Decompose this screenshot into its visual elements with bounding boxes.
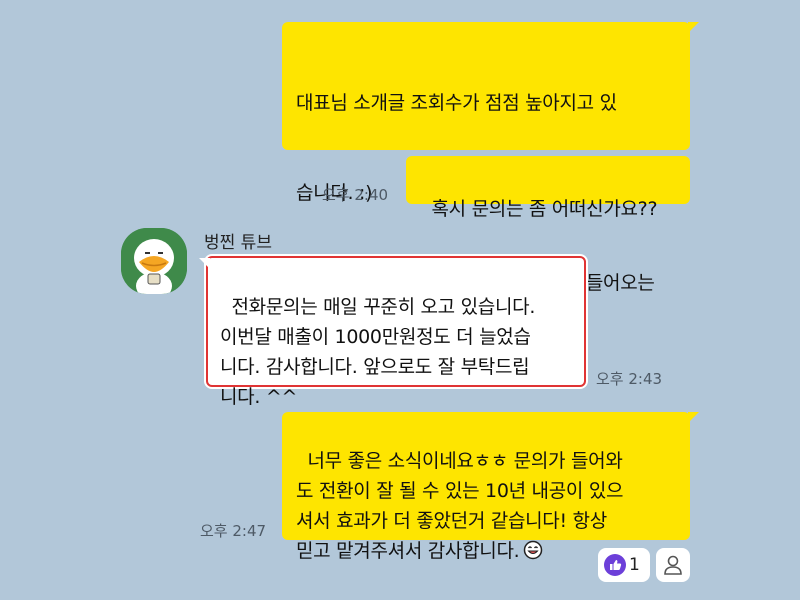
message-text: 혹시 문의는 좀 어떠신가요?? <box>431 198 658 220</box>
message-time: 오후 2:47 <box>200 522 267 540</box>
my-message-bubble[interactable]: 혹시 문의는 좀 어떠신가요?? <box>406 156 690 220</box>
like-count: 1 <box>629 555 640 575</box>
my-message-bubble[interactable]: 대표님 소개글 조회수가 점점 높아지고 있 습니다. :) 통해 들어오는 신… <box>282 22 699 384</box>
message-text: 너무 좋은 소식이네요ㅎㅎ 문의가 들어와 도 전환이 잘 될 수 있는 10년… <box>296 450 624 562</box>
thumbs-up-icon <box>604 554 626 576</box>
like-reaction-button[interactable]: 1 <box>598 548 650 582</box>
message-line: 대표님 소개글 조회수가 점점 높아지고 있 <box>296 92 617 114</box>
person-icon <box>664 555 682 575</box>
viewer-button[interactable] <box>656 548 690 582</box>
other-message-bubble[interactable]: 전화문의는 매일 꾸준히 오고 있습니다. 이번달 매출이 1000만원정도 더… <box>199 256 586 408</box>
smile-emoji-icon <box>524 540 543 560</box>
duck-avatar-icon <box>121 228 187 294</box>
sender-name: 벙찐 튜브 <box>204 233 272 253</box>
message-time: 오후 2:43 <box>596 370 663 388</box>
my-message-bubble[interactable]: 너무 좋은 소식이네요ㅎㅎ 문의가 들어와 도 전환이 잘 될 수 있는 10년… <box>282 412 699 562</box>
message-time: 오후 2:40 <box>322 186 389 204</box>
avatar[interactable] <box>121 228 187 294</box>
